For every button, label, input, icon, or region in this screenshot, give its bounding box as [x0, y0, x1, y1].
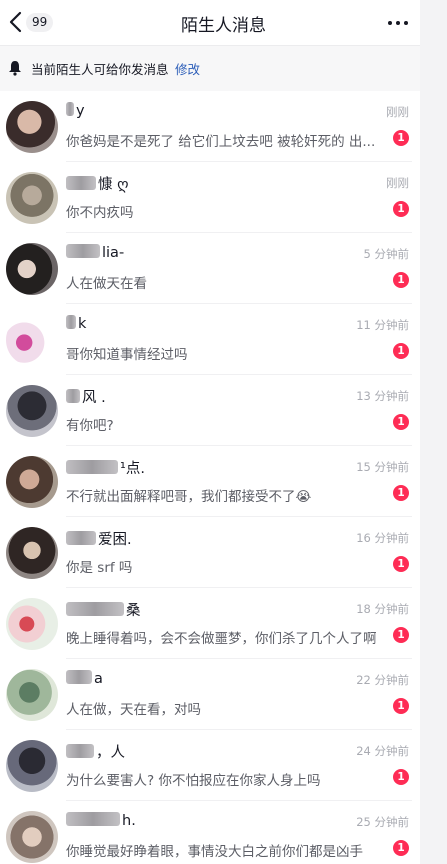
sender-name-text: 爱困.	[98, 532, 132, 548]
message-time: 25 分钟前	[356, 815, 409, 829]
message-time: 刚刚	[386, 105, 409, 119]
screen-edge	[420, 0, 447, 864]
unread-badge: 1	[393, 272, 409, 288]
unread-badge: 1	[393, 840, 409, 856]
sender-name: lia-	[66, 244, 124, 261]
message-preview: 为什么要害人? 你不怕报应在你家人身上吗	[66, 773, 321, 789]
message-row[interactable]: 爱困. 16 分钟前 你是 srf 吗 1	[0, 517, 447, 588]
message-row[interactable]: k 11 分钟前 哥你知道事情经过吗 1	[0, 304, 447, 375]
message-time: 16 分钟前	[356, 531, 409, 545]
sender-name: 慷 ღ	[66, 173, 129, 194]
message-list: y 刚刚 你爸妈是不是死了 给它们上坟去吧 被轮奸死的 出... 1 慷 ღ 刚…	[0, 91, 447, 864]
avatar	[6, 243, 58, 295]
avatar	[6, 456, 58, 508]
message-row[interactable]: a 22 分钟前 人在做，天在看，对吗 1	[0, 659, 447, 730]
unread-badge: 1	[393, 627, 409, 643]
unread-badge: 1	[393, 485, 409, 501]
sender-name: 爱困.	[66, 528, 132, 549]
sender-name-text: y	[76, 103, 85, 119]
ellipsis-icon[interactable]	[387, 12, 409, 34]
message-preview: 你睡觉最好睁着眼，事情没大白之前你们都是凶手	[66, 844, 363, 860]
message-preview: 你不内疚吗	[66, 205, 134, 221]
message-time: 刚刚	[386, 176, 409, 190]
unread-badge: 1	[393, 414, 409, 430]
sender-name: 桑	[66, 599, 141, 620]
unread-badge: 1	[393, 769, 409, 785]
sender-name: y	[66, 102, 85, 119]
message-preview: 不行就出面解释吧哥，我们都接受不了😭	[66, 489, 312, 505]
avatar	[6, 527, 58, 579]
message-row[interactable]: y 刚刚 你爸妈是不是死了 给它们上坟去吧 被轮奸死的 出... 1	[0, 91, 447, 162]
sender-name-text: k	[78, 316, 87, 332]
top-nav-bar: 99 陌生人消息	[0, 0, 447, 45]
message-preview: 人在做天在看	[66, 276, 147, 292]
message-time: 22 分钟前	[356, 673, 409, 687]
avatar	[6, 811, 58, 863]
message-row[interactable]: lia- 5 分钟前 人在做天在看 1	[0, 233, 447, 304]
page-title: 陌生人消息	[181, 16, 266, 36]
sender-name: k	[66, 315, 86, 332]
avatar	[6, 385, 58, 437]
bell-icon	[9, 61, 21, 76]
sender-name-text: ¹点.	[120, 461, 145, 477]
avatar	[6, 669, 58, 721]
modify-link[interactable]: 修改	[175, 59, 200, 78]
sender-name-text: 桑	[126, 603, 141, 619]
sender-name-text: a	[94, 671, 103, 687]
sender-name-text: 慷 ღ	[98, 177, 129, 193]
message-time: 13 分钟前	[356, 389, 409, 403]
message-preview: 你爸妈是不是死了 给它们上坟去吧 被轮奸死的 出...	[66, 134, 376, 150]
avatar	[6, 314, 58, 366]
sender-name-text: 风 .	[82, 390, 106, 406]
message-row[interactable]: 桑 18 分钟前 晚上睡得着吗，会不会做噩梦，你们杀了几个人了啊 1	[0, 588, 447, 659]
message-preview: 人在做，天在看，对吗	[66, 702, 201, 718]
message-row[interactable]: 风 . 13 分钟前 有你吧? 1	[0, 375, 447, 446]
message-preview: 有你吧?	[66, 418, 114, 434]
message-row[interactable]: ¹点. 15 分钟前 不行就出面解释吧哥，我们都接受不了😭 1	[0, 446, 447, 517]
message-time: 15 分钟前	[356, 460, 409, 474]
message-row[interactable]: ，人 24 分钟前 为什么要害人? 你不怕报应在你家人身上吗 1	[0, 730, 447, 801]
unread-badge: 1	[393, 698, 409, 714]
avatar	[6, 101, 58, 153]
stranger-message-notice: 当前陌生人可给你发消息 修改	[0, 45, 447, 91]
notice-text: 当前陌生人可给你发消息	[31, 62, 169, 77]
unread-badge: 1	[393, 343, 409, 359]
sender-name-text: ，人	[96, 745, 125, 761]
message-row[interactable]: 慷 ღ 刚刚 你不内疚吗 1	[0, 162, 447, 233]
sender-name: a	[66, 670, 103, 687]
sender-name-text: h.	[122, 813, 136, 829]
message-preview: 晚上睡得着吗，会不会做噩梦，你们杀了几个人了啊	[66, 631, 377, 647]
unread-badge: 1	[393, 201, 409, 217]
message-row[interactable]: h. 25 分钟前 你睡觉最好睁着眼，事情没大白之前你们都是凶手 1	[0, 801, 447, 864]
avatar	[6, 740, 58, 792]
sender-name-text: lia-	[102, 245, 125, 261]
message-time: 5 分钟前	[363, 247, 409, 261]
message-time: 24 分钟前	[356, 744, 409, 758]
sender-name: ¹点.	[66, 457, 145, 478]
unread-badge: 1	[393, 556, 409, 572]
sender-name: 风 .	[66, 386, 106, 407]
message-time: 11 分钟前	[356, 318, 409, 332]
message-preview: 你是 srf 吗	[66, 560, 133, 576]
unread-badge: 1	[393, 130, 409, 146]
avatar	[6, 172, 58, 224]
message-preview: 哥你知道事情经过吗	[66, 347, 188, 363]
message-time: 18 分钟前	[356, 602, 409, 616]
sender-name: ，人	[66, 741, 125, 762]
avatar	[6, 598, 58, 650]
sender-name: h.	[66, 812, 136, 829]
